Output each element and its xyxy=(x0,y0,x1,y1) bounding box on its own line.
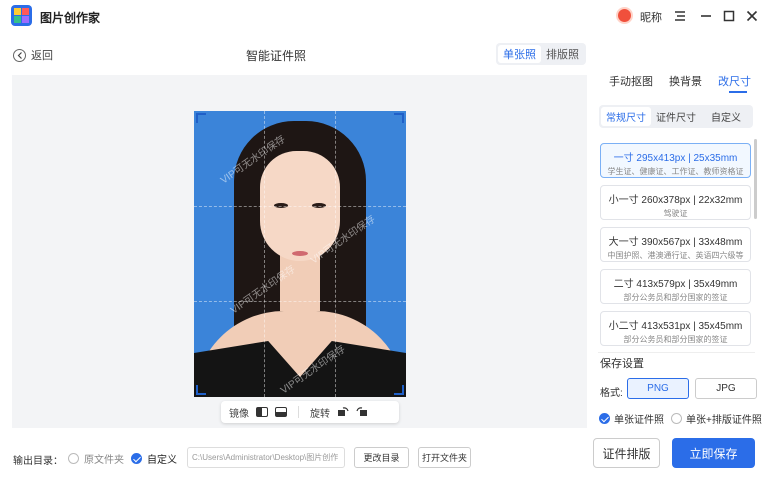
radio-custom[interactable] xyxy=(131,453,142,464)
size-option[interactable]: 小一寸 260x378px | 22x32mm 驾驶证 xyxy=(600,185,751,220)
size-description: 中国护照、港澳通行证、英语四六级等 xyxy=(607,251,744,260)
output-original-option[interactable]: 原文件夹 xyxy=(68,451,124,466)
menu-icon[interactable] xyxy=(670,6,690,26)
format-png-button[interactable]: PNG xyxy=(627,378,689,399)
crop-handle[interactable] xyxy=(394,113,404,123)
tab-custom-size[interactable]: 自定义 xyxy=(701,107,751,126)
size-description: 部分公务员和部分国家的签证 xyxy=(623,293,728,302)
format-jpg-button[interactable]: JPG xyxy=(695,378,757,399)
divider xyxy=(598,352,755,353)
output-custom-option[interactable]: 自定义 xyxy=(131,451,177,466)
tab-manual-cutout[interactable]: 手动抠图 xyxy=(609,73,653,89)
size-title: 一寸 295x413px | 25x35mm xyxy=(613,153,738,164)
crop-handle[interactable] xyxy=(196,113,206,123)
crop-handle[interactable] xyxy=(196,385,206,395)
size-option[interactable]: 二寸 413x579px | 35x49mm 部分公务员和部分国家的签证 xyxy=(600,269,751,304)
image-tools-bar: 镜像 旋转 xyxy=(221,401,399,423)
change-dir-button[interactable]: 更改目录 xyxy=(354,447,409,468)
mirror-label: 镜像 xyxy=(229,408,249,420)
save-settings-heading: 保存设置 xyxy=(600,358,644,370)
active-tab-indicator xyxy=(729,91,747,93)
radio-single-photo[interactable] xyxy=(599,413,610,424)
title-bar: 图片创作家 昵称 xyxy=(0,0,770,32)
radio-original[interactable] xyxy=(68,453,79,464)
size-description: 部分公务员和部分国家的签证 xyxy=(623,335,728,344)
save-now-button[interactable]: 立即保存 xyxy=(672,438,755,468)
size-list: 一寸 295x413px | 25x35mm 学生证、健康证、工作证、教师资格证… xyxy=(599,139,753,347)
tab-change-background[interactable]: 换背景 xyxy=(669,73,702,89)
app-title: 图片创作家 xyxy=(40,11,101,25)
mirror-horizontal-icon[interactable] xyxy=(256,407,268,417)
editor-canvas: VIP可无水印保存 VIP可无水印保存 VIP可无水印保存 VIP可无水印保存 … xyxy=(12,75,587,428)
size-option[interactable]: 小二寸 413x531px | 35x45mm 部分公务员和部分国家的签证 xyxy=(600,311,751,346)
mode-single-photo[interactable]: 单张照 xyxy=(498,45,541,63)
size-title: 小一寸 260x378px | 22x32mm xyxy=(608,195,743,206)
tab-resize[interactable]: 改尺寸 xyxy=(718,73,751,89)
page-title: 智能证件照 xyxy=(246,49,307,63)
size-option[interactable]: 大一寸 390x567px | 33x48mm 中国护照、港澳通行证、英语四六级… xyxy=(600,227,751,262)
size-option[interactable]: 一寸 295x413px | 25x35mm 学生证、健康证、工作证、教师资格证 xyxy=(600,143,751,178)
save-mode-single-label: 单张证件照 xyxy=(614,415,664,426)
output-custom-label: 自定义 xyxy=(147,455,177,466)
id-layout-button[interactable]: 证件排版 xyxy=(593,438,660,468)
tab-common-size[interactable]: 常规尺寸 xyxy=(601,107,651,126)
save-mode-single[interactable]: 单张证件照 xyxy=(599,411,664,426)
tab-id-size[interactable]: 证件尺寸 xyxy=(651,107,701,126)
avatar[interactable] xyxy=(616,7,633,24)
open-folder-button[interactable]: 打开文件夹 xyxy=(418,447,471,468)
save-mode-both-label: 单张+排版证件照 xyxy=(686,415,762,426)
rotate-label: 旋转 xyxy=(310,408,330,420)
back-label: 返回 xyxy=(31,50,53,62)
app-logo xyxy=(11,5,32,26)
back-button[interactable]: 返回 xyxy=(13,47,53,63)
size-title: 大一寸 390x567px | 33x48mm xyxy=(608,237,743,248)
photo-mode-toggle: 单张照 排版照 xyxy=(496,43,586,65)
format-label: 格式: xyxy=(600,388,623,399)
radio-single-and-layout[interactable] xyxy=(671,413,682,424)
size-title: 小二寸 413x531px | 35x45mm xyxy=(608,321,743,332)
id-photo-preview[interactable]: VIP可无水印保存 VIP可无水印保存 VIP可无水印保存 VIP可无水印保存 xyxy=(194,111,406,397)
mode-layout-photo[interactable]: 排版照 xyxy=(541,45,584,63)
close-icon[interactable] xyxy=(742,6,762,26)
size-description: 学生证、健康证、工作证、教师资格证 xyxy=(607,167,744,176)
mirror-vertical-icon[interactable] xyxy=(275,407,287,417)
maximize-icon[interactable] xyxy=(719,6,739,26)
nickname[interactable]: 昵称 xyxy=(640,9,662,25)
size-list-scrollbar[interactable] xyxy=(754,139,757,219)
size-title: 二寸 413x579px | 35x49mm xyxy=(613,279,738,290)
size-category-tabs: 常规尺寸 证件尺寸 自定义 xyxy=(599,105,753,128)
save-mode-both[interactable]: 单张+排版证件照 xyxy=(671,411,762,426)
rotate-left-icon[interactable] xyxy=(337,405,349,420)
minimize-icon[interactable] xyxy=(696,6,716,26)
output-dir-label: 输出目录： xyxy=(13,456,63,467)
output-original-label: 原文件夹 xyxy=(84,455,124,466)
output-path-input[interactable] xyxy=(187,447,345,468)
chevron-left-icon xyxy=(13,48,26,62)
rotate-right-icon[interactable] xyxy=(356,405,368,420)
crop-handle[interactable] xyxy=(394,385,404,395)
size-description: 驾驶证 xyxy=(663,209,688,218)
